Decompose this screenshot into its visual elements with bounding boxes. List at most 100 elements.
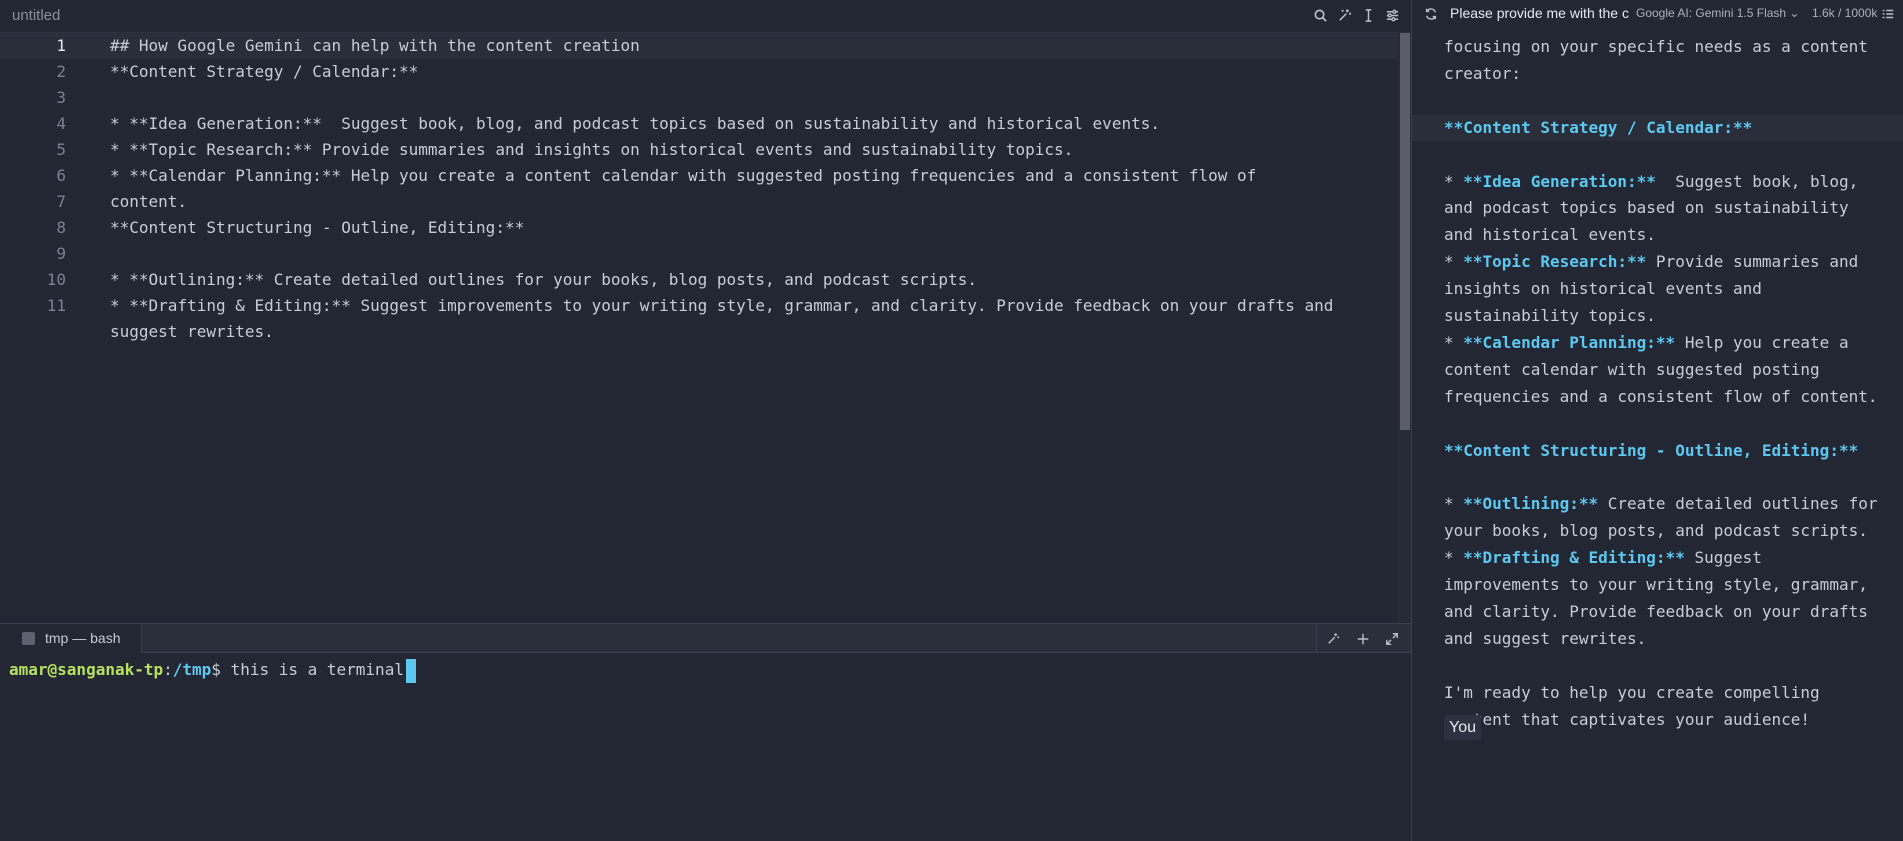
chat-text: *: [1444, 252, 1464, 271]
line-number: 8: [56, 218, 66, 237]
chat-line: **Content Strategy / Calendar:**: [1444, 115, 1752, 141]
list-menu-icon[interactable]: [1881, 6, 1897, 22]
chat-line: * **Topic Research:** Provide summaries …: [1444, 249, 1858, 275]
chat-text: frequencies and a consistent flow of con…: [1444, 387, 1878, 406]
chat-text: creator:: [1444, 64, 1522, 83]
model-name: Google AI: Gemini 1.5 Flash: [1636, 6, 1787, 20]
line-text: **Content Strategy / Calendar:**: [110, 62, 419, 81]
chat-line: * **Idea Generation:** Suggest book, blo…: [1444, 169, 1858, 195]
chat-text: *: [1444, 333, 1464, 352]
code-line[interactable]: 4 * **Idea Generation:** Suggest book, bl…: [0, 111, 1397, 137]
line-number: 3: [56, 88, 66, 107]
chat-line: **Content Structuring - Outline, Editing…: [1444, 438, 1858, 464]
chat-text: improvements to your writing style, gram…: [1444, 575, 1868, 594]
chat-message-body: focusing on your specific needs as a con…: [1412, 34, 1903, 834]
you-badge[interactable]: You: [1444, 715, 1481, 740]
code-line[interactable]: 9: [0, 241, 1397, 267]
chat-header: Please provide me with the c Google AI: …: [1412, 0, 1903, 27]
chat-title[interactable]: Please provide me with the c: [1450, 5, 1645, 21]
chat-text: Suggest: [1684, 548, 1762, 567]
chat-bold-keyword: **Drafting & Editing:**: [1463, 548, 1685, 567]
expand-icon[interactable]: [1382, 629, 1402, 649]
chat-line: and podcast topics based on sustainabili…: [1444, 195, 1849, 221]
chat-text: sustainability topics.: [1444, 306, 1656, 325]
terminal-tabbar: tmp — bash: [0, 624, 1411, 653]
line-text: **Content Structuring - Outline, Editing…: [110, 218, 525, 237]
line-number: 10: [46, 270, 66, 289]
chat-text: focusing on your specific needs as a con…: [1444, 37, 1868, 56]
code-line[interactable]: 1 ## How Google Gemini can help with the …: [0, 33, 1397, 59]
code-line[interactable]: 2 **Content Strategy / Calendar:**: [0, 59, 1397, 85]
code-line[interactable]: 6 * **Calendar Planning:** Help you creat…: [0, 163, 1397, 211]
code-line[interactable]: 5 * **Topic Research:** Provide summaries…: [0, 137, 1397, 163]
line-number: 9: [56, 244, 66, 263]
model-select[interactable]: Google AI: Gemini 1.5 Flash ⌄: [1636, 6, 1799, 20]
terminal-prompt-line[interactable]: amar@sanganak-tp:/tmp$ this is a termina…: [9, 657, 416, 683]
chat-bold-keyword: **Idea Generation:**: [1463, 172, 1656, 191]
chat-text: Help you create a: [1675, 333, 1849, 352]
search-icon[interactable]: [1310, 5, 1330, 25]
chat-text: insights on historical events and: [1444, 279, 1762, 298]
magic-wand-icon[interactable]: [1323, 629, 1343, 649]
chat-line: * **Drafting & Editing:** Suggest: [1444, 545, 1762, 571]
line-number: 2: [56, 62, 66, 81]
chat-text: your books, blog posts, and podcast scri…: [1444, 521, 1868, 540]
chat-line: and historical events.: [1444, 222, 1656, 248]
code-line[interactable]: 10 * **Outlining:** Create detailed outli…: [0, 267, 1397, 293]
chat-line: focusing on your specific needs as a con…: [1444, 34, 1868, 60]
magic-wand-icon[interactable]: [1334, 5, 1354, 25]
line-text: * **Outlining:** Create detailed outline…: [110, 270, 977, 289]
chat-bold-keyword: **Content Structuring - Outline, Editing…: [1444, 441, 1859, 460]
chat-line: content calendar with suggested posting: [1444, 357, 1820, 383]
token-count: 1.6k / 1000k: [1812, 6, 1878, 20]
chat-line: your books, blog posts, and podcast scri…: [1444, 518, 1868, 544]
refresh-icon[interactable]: [1423, 6, 1439, 22]
editor-scrollbar-thumb[interactable]: [1400, 33, 1410, 430]
chat-text: content that captivates your audience!: [1444, 710, 1811, 729]
divider: [1316, 624, 1317, 653]
plus-icon[interactable]: [1353, 629, 1373, 649]
chat-line: and clarity. Provide feedback on your dr…: [1444, 599, 1868, 625]
sliders-icon[interactable]: [1382, 5, 1402, 25]
chat-bold-keyword: **Topic Research:**: [1463, 252, 1647, 271]
code-line[interactable]: 8 **Content Structuring - Outline, Editin…: [0, 215, 1397, 241]
chat-text: Suggest book, blog,: [1655, 172, 1859, 191]
chat-text: *: [1444, 494, 1464, 513]
line-text: * **Drafting & Editing:** Suggest improv…: [110, 296, 1344, 341]
code-editor[interactable]: 1 ## How Google Gemini can help with the …: [0, 33, 1397, 345]
code-line[interactable]: 11 * **Drafting & Editing:** Suggest impr…: [0, 293, 1397, 345]
chat-line: frequencies and a consistent flow of con…: [1444, 384, 1877, 410]
line-number: 1: [56, 36, 66, 55]
chat-text: Create detailed outlines for: [1598, 494, 1878, 513]
chat-text: *: [1444, 548, 1464, 567]
line-number: 11: [46, 296, 66, 315]
chat-line: I'm ready to help you create compelling: [1444, 680, 1820, 706]
chat-text: and podcast topics based on sustainabili…: [1444, 198, 1849, 217]
chat-line: creator:: [1444, 61, 1521, 87]
line-text: ## How Google Gemini can help with the c…: [110, 36, 640, 55]
chat-text: Provide summaries and: [1646, 252, 1859, 271]
chat-line: and suggest rewrites.: [1444, 626, 1646, 652]
terminal-command: this is a terminal: [230, 660, 404, 679]
terminal-tab-label: tmp — bash: [45, 630, 121, 646]
line-number: 5: [56, 140, 66, 159]
chat-text: content calendar with suggested posting: [1444, 360, 1820, 379]
line-text: * **Topic Research:** Provide summaries …: [110, 140, 1074, 159]
chat-line: content that captivates your audience!: [1444, 707, 1810, 733]
chat-line: improvements to your writing style, gram…: [1444, 572, 1868, 598]
text-cursor-icon[interactable]: [1358, 5, 1378, 25]
line-number: 4: [56, 114, 66, 133]
chat-bold-keyword: **Calendar Planning:**: [1463, 333, 1676, 352]
prompt-user: amar@sanganak-tp: [9, 660, 164, 679]
chat-bold-keyword: **Content Strategy / Calendar:**: [1444, 118, 1753, 137]
code-line[interactable]: 3: [0, 85, 1397, 111]
chat-text: and historical events.: [1444, 225, 1656, 244]
code-line[interactable]: 7: [0, 189, 1397, 215]
prompt-separator: :: [163, 660, 173, 679]
chat-line: * **Calendar Planning:** Help you create…: [1444, 330, 1849, 356]
terminal-tab[interactable]: tmp — bash: [0, 624, 142, 653]
editor-title: untitled: [12, 7, 61, 24]
terminal-icon: [22, 632, 35, 645]
editor-titlebar: untitled: [0, 0, 1411, 33]
chevron-down-icon: ⌄: [1789, 6, 1800, 20]
